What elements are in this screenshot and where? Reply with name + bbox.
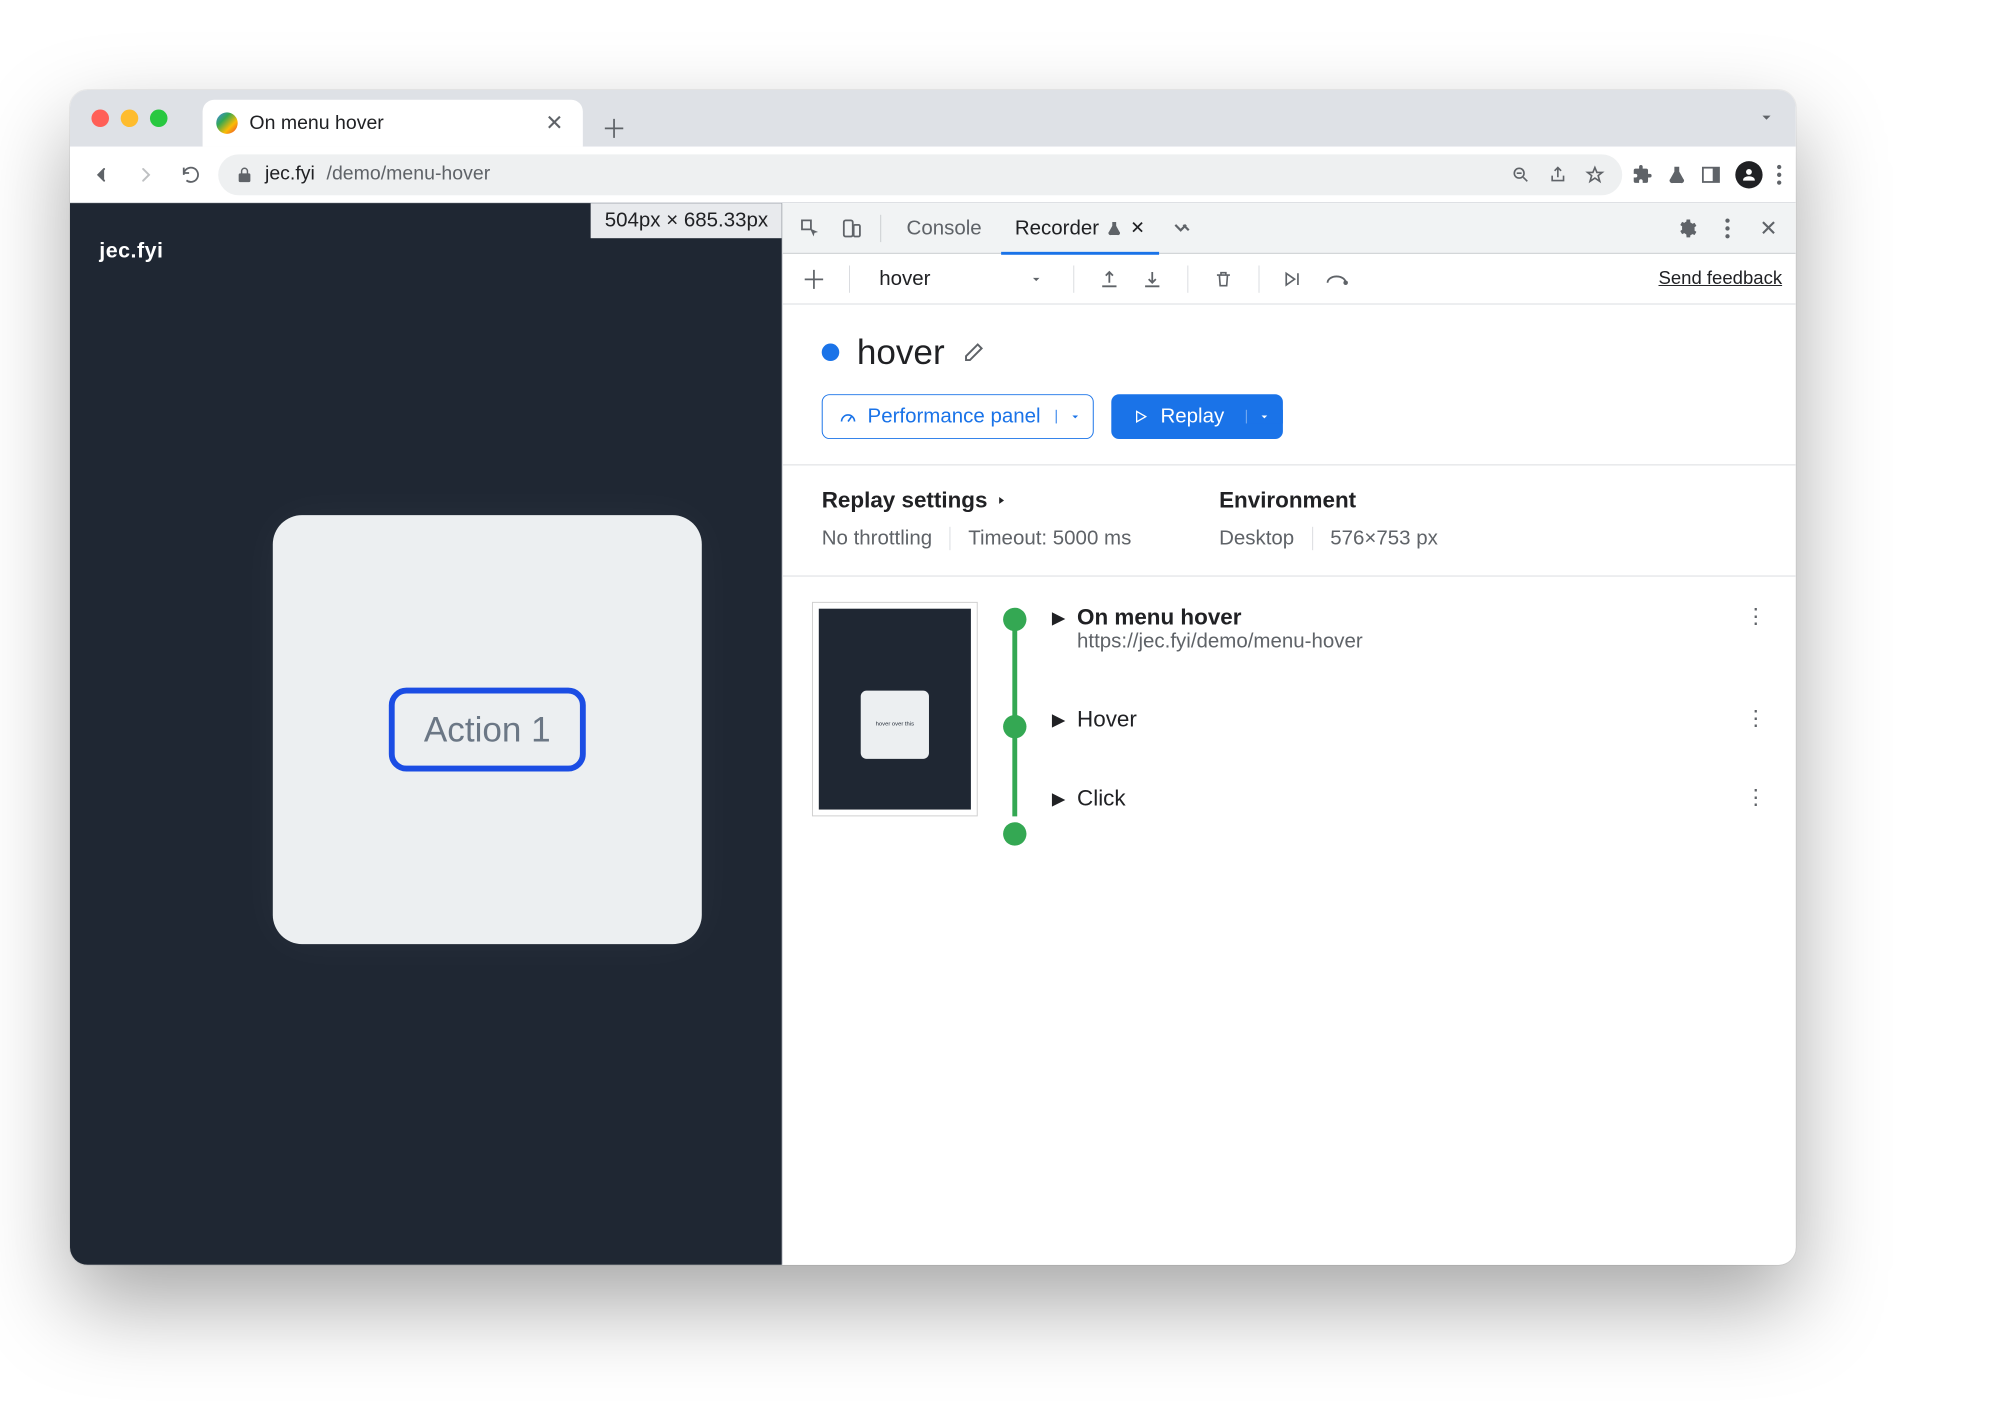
play-step-icon[interactable] — [1277, 261, 1312, 296]
chevron-down-icon — [1028, 271, 1044, 287]
step-menu-icon[interactable]: ⋮ — [1745, 706, 1766, 731]
timeline-dot-icon — [1003, 715, 1026, 738]
inspect-element-icon[interactable] — [792, 210, 827, 245]
favicon-icon — [216, 112, 237, 133]
browser-tab[interactable]: On menu hover ✕ — [203, 100, 583, 147]
replay-settings-heading[interactable]: Replay settings — [822, 487, 1132, 513]
flask-icon — [1107, 219, 1123, 237]
share-icon[interactable] — [1548, 165, 1568, 185]
step-over-icon[interactable] — [1319, 261, 1354, 296]
browser-tabstrip: On menu hover ✕ ＋ — [70, 90, 1796, 147]
profile-avatar[interactable] — [1735, 161, 1762, 188]
recording-select[interactable]: hover — [868, 267, 1056, 290]
step-menu-icon[interactable]: ⋮ — [1745, 785, 1766, 810]
devtools-tabstrip: Console Recorder ✕ ✕ — [783, 203, 1796, 254]
timeout-value[interactable]: Timeout: 5000 ms — [968, 527, 1131, 550]
more-tabs-icon[interactable] — [1164, 210, 1199, 245]
window-close-button[interactable] — [91, 110, 109, 128]
replay-button[interactable]: Replay — [1112, 394, 1283, 439]
export-icon[interactable] — [1091, 261, 1126, 296]
browser-toolbar: jec.fyi/demo/menu-hover — [70, 147, 1796, 204]
flow-actions: Performance panel Replay — [783, 394, 1796, 464]
zoom-icon[interactable] — [1511, 165, 1531, 185]
action-1-button[interactable]: Action 1 — [389, 688, 586, 772]
devtools-settings-icon[interactable] — [1669, 210, 1704, 245]
window-zoom-button[interactable] — [150, 110, 168, 128]
browser-menu-button[interactable] — [1776, 164, 1782, 185]
step-row[interactable]: ▶ Hover ⋮ — [1052, 706, 1767, 732]
timeline-dot-icon — [1003, 608, 1026, 631]
dimensions-badge: 504px × 685.33px — [591, 203, 782, 238]
tab-console[interactable]: Console — [893, 203, 995, 254]
chevron-right-icon: ▶ — [1052, 608, 1065, 628]
flow-title: hover — [857, 332, 945, 373]
screenshot-thumbnail[interactable]: hover over this — [812, 602, 978, 817]
gauge-icon — [838, 407, 858, 427]
recorder-toolbar: ＋ hover Send feedback — [783, 254, 1796, 305]
extensions-icon[interactable] — [1632, 164, 1653, 185]
devtools-panel: Console Recorder ✕ ✕ ＋ hover — [782, 203, 1796, 1265]
tab-title: On menu hover — [249, 112, 527, 134]
performance-panel-button[interactable]: Performance panel — [822, 394, 1094, 439]
step-timeline — [1001, 602, 1028, 817]
tab-recorder-close-icon[interactable]: ✕ — [1130, 218, 1145, 238]
device-toolbar-icon[interactable] — [833, 210, 868, 245]
replay-dropdown-icon[interactable] — [1246, 410, 1283, 424]
new-tab-button[interactable]: ＋ — [595, 108, 634, 147]
recording-status-dot — [822, 344, 840, 362]
new-recording-button[interactable]: ＋ — [796, 261, 831, 296]
window-minimize-button[interactable] — [121, 110, 139, 128]
url-path: /demo/menu-hover — [327, 163, 491, 185]
bookmark-star-icon[interactable] — [1585, 165, 1605, 185]
demo-card: Action 1 — [273, 515, 702, 944]
tab-close-button[interactable]: ✕ — [540, 110, 570, 137]
tab-recorder[interactable]: Recorder ✕ — [1001, 203, 1158, 254]
window-controls — [91, 110, 167, 128]
web-page-viewport: jec.fyi 504px × 685.33px Action 1 — [70, 203, 782, 1265]
chevron-right-icon: ▶ — [1052, 710, 1065, 730]
devtools-close-icon[interactable]: ✕ — [1751, 210, 1786, 245]
delete-recording-icon[interactable] — [1205, 261, 1240, 296]
steps-panel: hover over this ▶ On menu hover https://… — [783, 577, 1796, 842]
lock-icon — [236, 166, 254, 184]
environment-heading: Environment — [1219, 487, 1438, 513]
step-menu-icon[interactable]: ⋮ — [1745, 604, 1766, 629]
replay-settings-bar: Replay settings No throttling Timeout: 5… — [783, 464, 1796, 576]
tabs-dropdown-button[interactable] — [1757, 108, 1777, 128]
labs-icon[interactable] — [1667, 164, 1687, 185]
url-host: jec.fyi — [265, 163, 315, 185]
side-panel-icon[interactable] — [1700, 164, 1721, 185]
edit-flow-name-icon[interactable] — [962, 341, 985, 364]
devtools-menu-icon[interactable] — [1710, 210, 1745, 245]
chevron-right-icon: ▶ — [1052, 789, 1065, 809]
play-icon — [1133, 409, 1149, 425]
perf-dropdown-icon[interactable] — [1056, 410, 1093, 424]
throttling-value[interactable]: No throttling — [822, 527, 932, 550]
step-row[interactable]: ▶ Click ⋮ — [1052, 785, 1767, 811]
flow-header: hover — [783, 305, 1796, 395]
import-icon[interactable] — [1134, 261, 1169, 296]
chevron-right-icon — [995, 494, 1007, 506]
nav-reload-button[interactable] — [173, 157, 208, 192]
step-row[interactable]: ▶ On menu hover https://jec.fyi/demo/men… — [1052, 604, 1767, 654]
nav-back-button[interactable] — [84, 157, 119, 192]
nav-forward-button[interactable] — [129, 157, 164, 192]
page-brand: jec.fyi — [99, 238, 163, 263]
device-value[interactable]: Desktop — [1219, 527, 1294, 550]
viewport-value[interactable]: 576×753 px — [1330, 527, 1438, 550]
url-bar[interactable]: jec.fyi/demo/menu-hover — [218, 154, 1622, 195]
send-feedback-link[interactable]: Send feedback — [1659, 268, 1783, 289]
timeline-dot-icon — [1003, 822, 1026, 845]
